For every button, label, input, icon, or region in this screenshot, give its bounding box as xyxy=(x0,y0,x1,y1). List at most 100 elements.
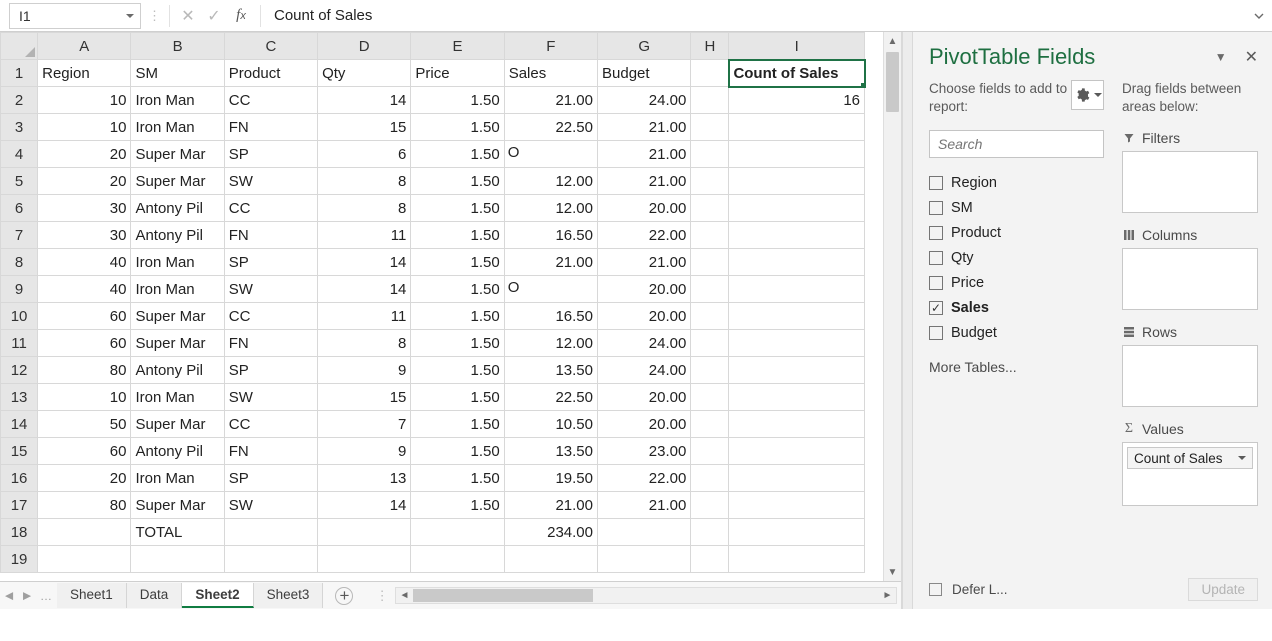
cell-H17[interactable] xyxy=(691,492,729,519)
cell-G13[interactable]: 20.00 xyxy=(598,384,691,411)
cell-C17[interactable]: SW xyxy=(224,492,317,519)
checkbox-icon[interactable] xyxy=(929,251,943,265)
cell-B16[interactable]: Iron Man xyxy=(131,465,224,492)
pane-layout-button[interactable] xyxy=(1071,80,1104,110)
cell-A4[interactable]: 20 xyxy=(38,141,131,168)
cell-F2[interactable]: 21.00 xyxy=(504,87,597,114)
cell-B4[interactable]: Super Mar xyxy=(131,141,224,168)
values-item[interactable]: Count of Sales xyxy=(1127,447,1253,469)
checkbox-icon[interactable] xyxy=(929,276,943,290)
cell-H5[interactable] xyxy=(691,168,729,195)
cell-F13[interactable]: 22.50 xyxy=(504,384,597,411)
cell-F17[interactable]: 21.00 xyxy=(504,492,597,519)
cell-E16[interactable]: 1.50 xyxy=(411,465,504,492)
field-region[interactable]: Region xyxy=(929,170,1104,195)
cell-C12[interactable]: SP xyxy=(224,357,317,384)
cell-G3[interactable]: 21.00 xyxy=(598,114,691,141)
cell-G5[interactable]: 21.00 xyxy=(598,168,691,195)
column-header-A[interactable]: A xyxy=(38,33,131,60)
cell-E6[interactable]: 1.50 xyxy=(411,195,504,222)
cell-H6[interactable] xyxy=(691,195,729,222)
cell-A3[interactable]: 10 xyxy=(38,114,131,141)
column-header-E[interactable]: E xyxy=(411,33,504,60)
checkbox-icon[interactable] xyxy=(929,226,943,240)
pane-options-dropdown[interactable]: ▼ xyxy=(1215,50,1227,64)
name-box[interactable]: I1 xyxy=(9,3,141,29)
cell-H13[interactable] xyxy=(691,384,729,411)
cell-D14[interactable]: 7 xyxy=(318,411,411,438)
field-sales[interactable]: Sales xyxy=(929,295,1104,320)
cell-I17[interactable] xyxy=(729,492,865,519)
cell-D5[interactable]: 8 xyxy=(318,168,411,195)
cell-E1[interactable]: Price xyxy=(411,60,504,87)
cell-E5[interactable]: 1.50 xyxy=(411,168,504,195)
cell-G11[interactable]: 24.00 xyxy=(598,330,691,357)
cell-I18[interactable] xyxy=(729,519,865,546)
cell-A5[interactable]: 20 xyxy=(38,168,131,195)
cell-G8[interactable]: 21.00 xyxy=(598,249,691,276)
cell-F18[interactable]: 234.00 xyxy=(504,519,597,546)
cell-D18[interactable] xyxy=(318,519,411,546)
row-header-2[interactable]: 2 xyxy=(1,87,38,114)
cell-F6[interactable]: 12.00 xyxy=(504,195,597,222)
cell-B13[interactable]: Iron Man xyxy=(131,384,224,411)
cell-D8[interactable]: 14 xyxy=(318,249,411,276)
cell-I9[interactable] xyxy=(729,276,865,303)
column-header-G[interactable]: G xyxy=(598,33,691,60)
chevron-down-icon[interactable] xyxy=(1238,456,1246,460)
cell-C19[interactable] xyxy=(224,546,317,573)
cell-C10[interactable]: CC xyxy=(224,303,317,330)
cell-B1[interactable]: SM xyxy=(131,60,224,87)
row-header-8[interactable]: 8 xyxy=(1,249,38,276)
row-header-11[interactable]: 11 xyxy=(1,330,38,357)
row-header-5[interactable]: 5 xyxy=(1,168,38,195)
cell-D16[interactable]: 13 xyxy=(318,465,411,492)
cell-A12[interactable]: 80 xyxy=(38,357,131,384)
cell-F5[interactable]: 12.00 xyxy=(504,168,597,195)
cell-D4[interactable]: 6 xyxy=(318,141,411,168)
cell-F10[interactable]: 16.50 xyxy=(504,303,597,330)
cell-B15[interactable]: Antony Pil xyxy=(131,438,224,465)
cell-G1[interactable]: Budget xyxy=(598,60,691,87)
cell-H9[interactable] xyxy=(691,276,729,303)
cell-H3[interactable] xyxy=(691,114,729,141)
row-header-19[interactable]: 19 xyxy=(1,546,38,573)
cell-A7[interactable]: 30 xyxy=(38,222,131,249)
cell-E18[interactable] xyxy=(411,519,504,546)
cell-B2[interactable]: Iron Man xyxy=(131,87,224,114)
cell-E4[interactable]: 1.50 xyxy=(411,141,504,168)
close-icon[interactable]: ✕ xyxy=(1245,47,1258,67)
cell-I16[interactable] xyxy=(729,465,865,492)
cell-H2[interactable] xyxy=(691,87,729,114)
tabs-nav-next[interactable]: ► xyxy=(18,588,36,603)
field-sm[interactable]: SM xyxy=(929,195,1104,220)
checkbox-icon[interactable] xyxy=(929,326,943,340)
row-header-3[interactable]: 3 xyxy=(1,114,38,141)
cell-C9[interactable]: SW xyxy=(224,276,317,303)
cell-B10[interactable]: Super Mar xyxy=(131,303,224,330)
tab-sheet1[interactable]: Sheet1 xyxy=(57,583,127,608)
cell-C6[interactable]: CC xyxy=(224,195,317,222)
column-header-F[interactable]: F xyxy=(504,33,597,60)
tab-sheet3[interactable]: Sheet3 xyxy=(254,583,324,608)
vertical-scrollbar[interactable]: ▲ ▼ xyxy=(883,32,901,581)
cell-A1[interactable]: Region xyxy=(38,60,131,87)
cell-F8[interactable]: 21.00 xyxy=(504,249,597,276)
cell-A9[interactable]: 40 xyxy=(38,276,131,303)
cell-B18[interactable]: TOTAL xyxy=(131,519,224,546)
cell-D9[interactable]: 14 xyxy=(318,276,411,303)
cell-I7[interactable] xyxy=(729,222,865,249)
expand-formula-bar-button[interactable] xyxy=(1252,11,1272,21)
chevron-down-icon[interactable] xyxy=(126,14,134,18)
row-header-7[interactable]: 7 xyxy=(1,222,38,249)
cell-C16[interactable]: SP xyxy=(224,465,317,492)
cell-G18[interactable] xyxy=(598,519,691,546)
cancel-formula-button[interactable]: ✕ xyxy=(175,6,201,26)
row-header-14[interactable]: 14 xyxy=(1,411,38,438)
cell-E9[interactable]: 1.50 xyxy=(411,276,504,303)
cell-H7[interactable] xyxy=(691,222,729,249)
row-header-4[interactable]: 4 xyxy=(1,141,38,168)
cell-I12[interactable] xyxy=(729,357,865,384)
cell-D12[interactable]: 9 xyxy=(318,357,411,384)
cells-grid[interactable]: ABCDEFGHI1RegionSMProductQtyPriceSalesBu… xyxy=(0,32,865,573)
